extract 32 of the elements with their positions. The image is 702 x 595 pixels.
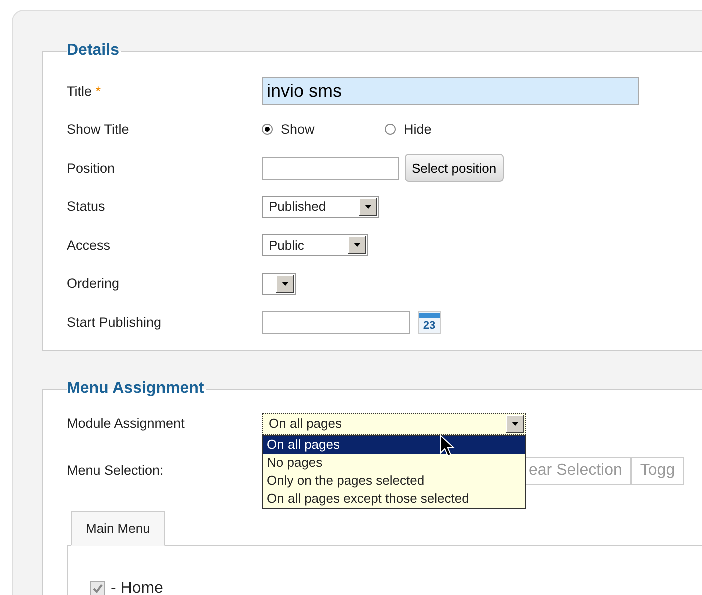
select-field[interactable] — [262, 272, 296, 295]
section-legend: Menu Assignment — [67, 378, 206, 398]
date-input[interactable] — [262, 310, 410, 334]
dropdown-option[interactable]: On all pages except those selected — [263, 490, 525, 508]
field-label: Status — [67, 199, 106, 214]
caret-icon — [348, 236, 366, 254]
caret-icon — [276, 274, 294, 293]
required-mark: * — [96, 84, 102, 99]
calendar-icon[interactable]: 23 — [418, 310, 441, 334]
tab[interactable]: Main Menu — [71, 510, 166, 546]
field-label: Title — [67, 84, 92, 99]
checkbox[interactable] — [90, 581, 105, 595]
select-field[interactable]: Published — [262, 196, 379, 218]
radio-option[interactable]: Hide — [385, 122, 508, 138]
select-position-button[interactable]: Select position — [405, 154, 504, 182]
position-input[interactable] — [262, 156, 399, 180]
field-label: Position — [67, 160, 116, 176]
field-label: Access — [67, 238, 111, 253]
field-label: Start Publishing — [67, 314, 162, 330]
cursor-icon — [440, 434, 456, 456]
item-label: - Home — [111, 580, 164, 595]
field-label: Module Assignment — [67, 416, 185, 431]
caret-icon — [359, 198, 377, 216]
radio-option[interactable]: Show — [262, 122, 385, 138]
field-label: Show Title — [67, 122, 130, 138]
caret-icon — [506, 414, 524, 432]
dropdown-option[interactable]: On all pages — [263, 436, 525, 454]
title-input[interactable]: invio sms — [262, 77, 639, 106]
select-field[interactable]: Public — [262, 234, 368, 256]
field-label: Ordering — [67, 276, 120, 292]
field-label: Menu Selection: — [67, 463, 164, 478]
select-field[interactable]: On all pages — [262, 412, 526, 434]
